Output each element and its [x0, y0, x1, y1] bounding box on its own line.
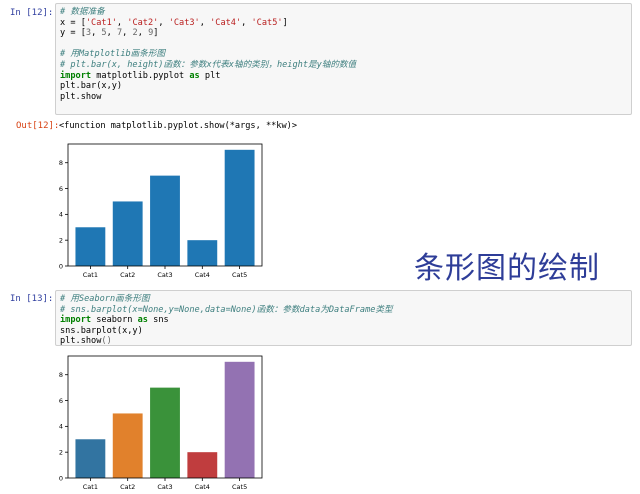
code-line: # 用Matplotlib画条形图: [60, 49, 356, 60]
code-line: sns.barplot(x,y): [60, 326, 393, 337]
code-token: # 用Seaborn画条形图: [60, 294, 150, 304]
code-token: ]: [153, 28, 159, 39]
code-token: ,: [122, 28, 133, 39]
code-token: # 用Matplotlib画条形图: [60, 49, 166, 60]
y-tick-label: 8: [59, 371, 63, 379]
code-line: # sns.barplot(x=None,y=None,data=None)函数…: [60, 305, 393, 316]
code-token: seaborn: [91, 315, 138, 326]
code-token: 'Cat2': [127, 17, 159, 28]
code-line: # 用Seaborn画条形图: [60, 294, 393, 305]
bar-cat1: [75, 227, 106, 266]
y-tick-label: 6: [59, 185, 63, 193]
code-token: plt.show: [60, 91, 102, 102]
code-token: matplotlib.pyplot: [91, 70, 190, 81]
bar-cat5: [224, 149, 255, 266]
code-token: ,: [91, 28, 102, 39]
code-token: import: [60, 315, 92, 326]
code-line: import matplotlib.pyplot as plt: [60, 71, 356, 82]
code-line: plt.show(): [60, 336, 393, 347]
bar-cat3: [150, 175, 180, 266]
y-tick-label: 0: [59, 474, 63, 482]
code-token: y = [: [60, 28, 86, 39]
code-token: sns: [147, 315, 169, 326]
code-token: 'Cat5': [251, 17, 283, 28]
y-tick-label: 6: [59, 397, 63, 405]
x-tick-label: Cat4: [195, 483, 210, 491]
code-token: plt: [199, 70, 221, 81]
x-tick-label: Cat2: [120, 271, 135, 279]
bar-cat4: [187, 452, 218, 478]
y-tick-label: 0: [59, 262, 63, 270]
code-line: # plt.bar(x, height)函数：参数x代表x轴的类别，height…: [60, 60, 356, 71]
overlay-title: 条形图的绘制: [414, 251, 600, 286]
code-token: as: [137, 315, 148, 326]
x-tick-label: Cat3: [157, 483, 172, 491]
bar-cat2: [112, 413, 143, 478]
code-token: plt.show: [60, 336, 102, 347]
y-tick-label: 2: [59, 448, 63, 456]
y-tick-label: 8: [59, 159, 63, 167]
y-tick-label: 2: [59, 236, 63, 244]
code-line: import seaborn as sns: [60, 315, 393, 326]
code-line: plt.show: [60, 92, 356, 103]
x-tick-label: Cat5: [232, 483, 247, 491]
code-line: # 数据准备: [60, 7, 356, 18]
y-tick-label: 4: [59, 423, 63, 431]
x-tick-label: Cat4: [195, 271, 210, 279]
output-text-12: <function matplotlib.pyplot.show(*args, …: [59, 121, 297, 131]
bar-cat4: [187, 240, 218, 266]
code-token: ,: [241, 17, 252, 28]
code-cell-13[interactable]: # 用Seaborn画条形图 # sns.barplot(x=None,y=Non…: [55, 290, 632, 346]
code-token: ,: [106, 28, 117, 39]
code-token: 'Cat4': [210, 17, 242, 28]
code-token: # sns.barplot(x=None,y=None,data=None)函数…: [60, 304, 393, 315]
code-token: # 数据准备: [60, 7, 105, 17]
code-line: plt.bar(x,y): [60, 81, 356, 92]
code-token: # plt.bar(x, height)函数：参数x代表x轴的类别，height…: [60, 59, 357, 70]
code-line: y = [3, 5, 7, 2, 9]: [60, 28, 356, 39]
out-prompt-12: Out[12]:: [16, 121, 60, 131]
y-tick-label: 4: [59, 211, 63, 219]
code-token: 'Cat3': [168, 17, 200, 28]
code-token: (): [101, 336, 112, 347]
code-token: ,: [158, 17, 169, 28]
x-tick-label: Cat1: [83, 483, 98, 491]
code-token: ,: [137, 28, 149, 39]
code-token: ]: [282, 17, 288, 28]
seaborn-bar-chart: Cat1 Cat2 Cat3 Cat4 Cat5 0 2 4 6 8: [42, 350, 272, 494]
code-token: sns.barplot(x,y): [60, 325, 143, 336]
matplotlib-bar-chart: Cat1 Cat2 Cat3 Cat4 Cat5 0 2 4 6 8: [42, 138, 272, 282]
x-tick-label: Cat3: [157, 271, 172, 279]
in-prompt-13: In [13]:: [10, 294, 54, 304]
x-tick-label: Cat1: [83, 271, 98, 279]
bar-cat3: [150, 387, 180, 478]
x-tick-label: Cat5: [232, 271, 247, 279]
bar-cat5: [224, 361, 255, 478]
code-token: as: [189, 70, 200, 81]
code-token: x = [: [60, 17, 86, 28]
code-token: ,: [199, 17, 211, 28]
code-editor-13[interactable]: # 用Seaborn画条形图 # sns.barplot(x=None,y=Non…: [60, 294, 393, 347]
code-token: ,: [116, 17, 128, 28]
x-tick-label: Cat2: [120, 483, 135, 491]
code-token: plt.bar(x,y): [60, 81, 123, 92]
bar-cat2: [112, 201, 143, 266]
code-cell-12[interactable]: # 数据准备 x = ['Cat1', 'Cat2', 'Cat3', 'Cat4…: [55, 3, 632, 115]
bar-cat1: [75, 439, 106, 478]
in-prompt-12: In [12]:: [10, 8, 54, 18]
code-token: import: [60, 70, 92, 81]
code-token: 'Cat1': [85, 17, 117, 28]
code-line: x = ['Cat1', 'Cat2', 'Cat3', 'Cat4', 'Ca…: [60, 18, 356, 29]
code-editor-12[interactable]: # 数据准备 x = ['Cat1', 'Cat2', 'Cat3', 'Cat4…: [60, 7, 356, 102]
